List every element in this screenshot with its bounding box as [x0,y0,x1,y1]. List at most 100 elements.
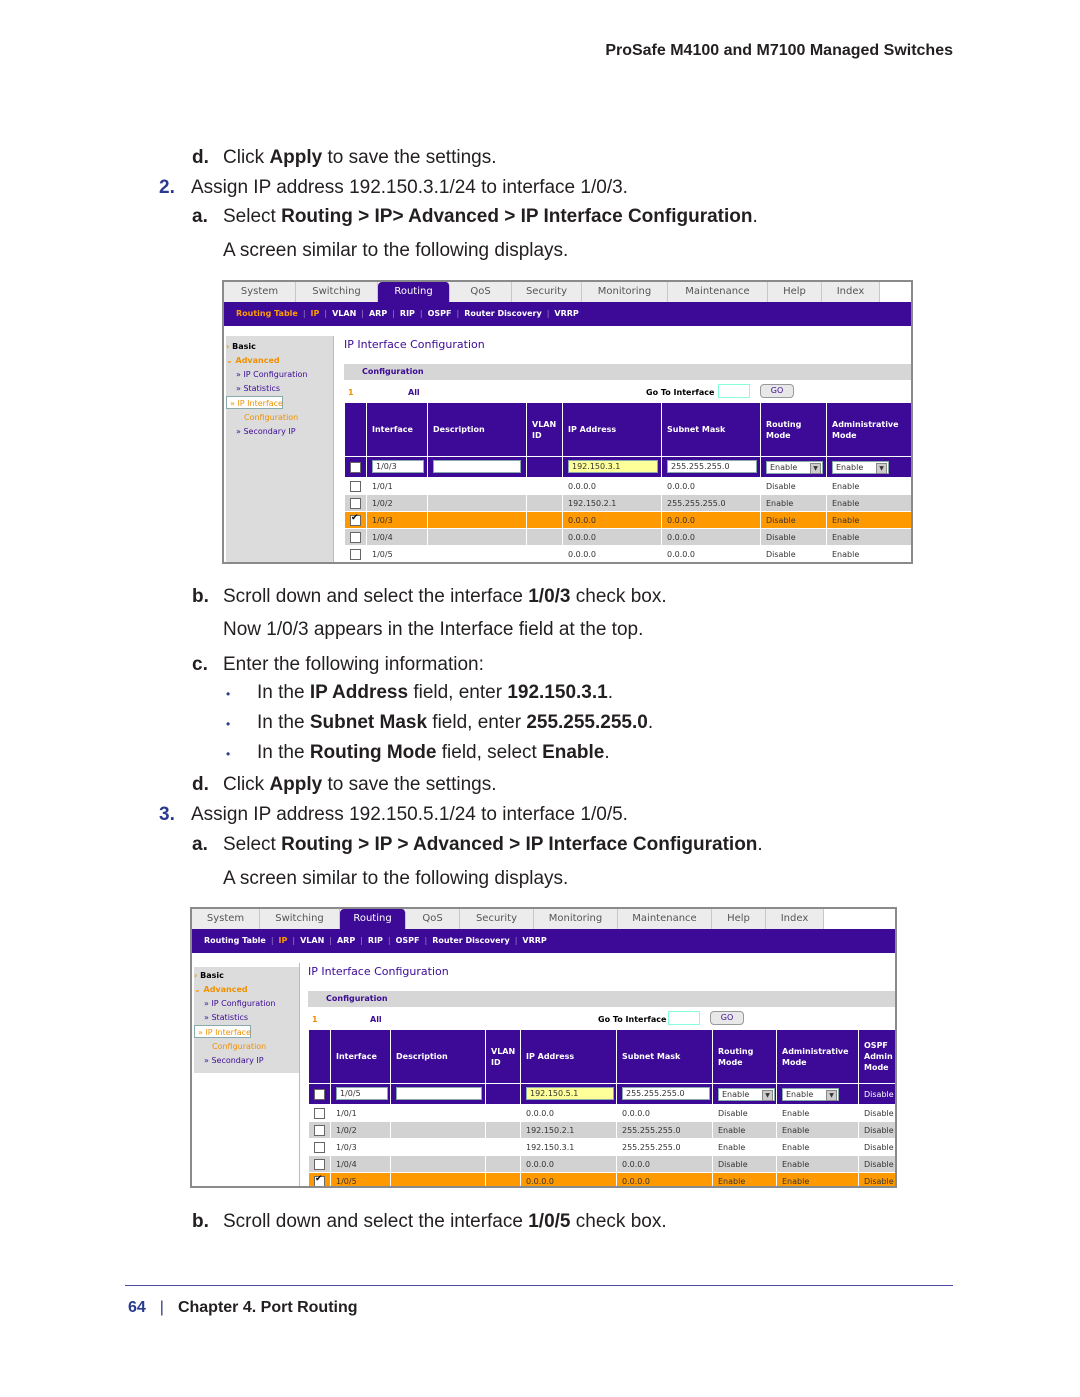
tab-switching[interactable]: Switching [296,282,378,302]
subnet-mask-input[interactable]: 255.255.255.0 [667,459,757,473]
row-checkbox[interactable] [350,513,361,526]
row-checkbox[interactable] [350,548,361,560]
subnav-vrrp[interactable]: VRRP [554,309,578,318]
sidebar-item-ip-interface-configuration[interactable]: Configuration [226,411,333,425]
subnav-ip[interactable]: IP [311,309,320,318]
page-number[interactable]: 1 [312,1015,318,1024]
tab-maintenance[interactable]: Maintenance [668,282,768,302]
page-number[interactable]: 1 [348,388,354,397]
go-button[interactable]: GO [710,1011,744,1025]
tab-maintenance[interactable]: Maintenance [618,909,712,929]
tab-monitoring[interactable]: Monitoring [582,282,668,302]
table-row[interactable]: 1/0/1 0.0.0.0 0.0.0.0 Disable Enable Disable [308,1104,895,1122]
sidebar-advanced[interactable]: ⌄ Advanced [226,354,333,368]
sidebar-advanced[interactable]: ⌄ Advanced [194,983,299,997]
table-row[interactable]: 1/0/4 0.0.0.0 0.0.0.0 Disable Enable [344,528,911,546]
subnav-routing-table[interactable]: Routing Table [236,309,298,318]
table-row[interactable]: 1/0/2 192.150.2.1 255.255.255.0 Enable Enabl… [344,494,911,512]
dropdown-arrow-icon[interactable]: ▼ [826,1089,837,1101]
interface-table: Interface Description VLAN ID IP Address… [344,402,911,562]
tab-monitoring[interactable]: Monitoring [534,909,618,929]
go-button[interactable]: GO [760,384,794,398]
sidebar-item-ip-configuration[interactable]: » IP Configuration [194,997,299,1011]
sidebar-basic[interactable]: › Basic [226,340,333,354]
subnav-vlan[interactable]: VLAN [300,936,324,945]
tab-help[interactable]: Help [712,909,766,929]
table-row[interactable]: 1/0/50.0.0.00.0.0.0EnableEnableDisable [308,1172,895,1186]
table-row[interactable]: 1/0/2 192.150.2.1 255.255.255.0 Enable Enabl… [308,1121,895,1139]
description-input[interactable] [396,1086,482,1100]
go-to-interface-input[interactable] [668,1011,700,1025]
table-row[interactable]: 1/0/1 0.0.0.0 0.0.0.0 Disable Enable [344,477,911,495]
tab-system[interactable]: System [192,909,260,929]
ip-address-input[interactable]: 192.150.3.1 [568,459,658,473]
dropdown-arrow-icon[interactable]: ▼ [876,462,887,474]
subnav-ip[interactable]: IP [279,936,288,945]
tab-index[interactable]: Index [822,282,880,302]
subnav-ospf[interactable]: OSPF [396,936,420,945]
tab-switching[interactable]: Switching [260,909,340,929]
edit-row-checkbox[interactable] [350,461,361,473]
document-header: ProSafe M4100 and M7100 Managed Switches [605,42,953,59]
routing-mode-select[interactable]: Enable ▼ [718,1087,775,1101]
row-checkbox[interactable] [314,1158,325,1170]
tab-qos[interactable]: QoS [450,282,512,302]
subnav-rip[interactable]: RIP [368,936,383,945]
go-to-interface-input[interactable] [718,384,750,398]
row-checkbox[interactable] [350,480,361,492]
table-row[interactable]: 1/0/30.0.0.00.0.0.0DisableEnable [344,511,911,529]
dropdown-arrow-icon[interactable]: ▼ [810,462,821,474]
row-checkbox[interactable] [314,1124,325,1136]
row-checkbox[interactable] [314,1107,325,1119]
tab-system[interactable]: System [224,282,296,302]
interface-input[interactable]: 1/0/3 [372,459,424,473]
subnav-router-discovery[interactable]: Router Discovery [432,936,510,945]
sidebar-item-ip-interface-configuration[interactable]: Configuration [194,1040,299,1054]
cell-subnet-mask: 255.255.255.0 [616,1121,713,1139]
row-checkbox[interactable] [350,497,361,509]
interface-input[interactable]: 1/0/5 [336,1086,388,1100]
subnav-vlan[interactable]: VLAN [332,309,356,318]
sidebar-item-ip-configuration[interactable]: » IP Configuration [226,368,333,382]
sidebar-item-statistics[interactable]: » Statistics [226,382,333,396]
all-link[interactable]: All [370,1015,382,1024]
subnav-rip[interactable]: RIP [400,309,415,318]
tab-routing[interactable]: Routing [378,282,450,302]
subnav-vrrp[interactable]: VRRP [522,936,546,945]
sidebar-item-ip-interface[interactable]: » IP Interface [226,396,283,409]
edit-row-checkbox[interactable] [314,1088,325,1100]
admin-mode-select[interactable]: Enable ▼ [832,460,889,474]
table-row[interactable]: 1/0/3 192.150.3.1 255.255.255.0 Enable Enabl… [308,1138,895,1156]
tab-security[interactable]: Security [512,282,582,302]
row-checkbox[interactable] [314,1141,325,1153]
subnet-mask-input[interactable]: 255.255.255.0 [622,1086,710,1100]
description-input[interactable] [433,459,521,473]
step-2a: a. Select Routing > IP> Advanced > IP Int… [192,206,758,227]
subnav-arp[interactable]: ARP [369,309,387,318]
tab-qos[interactable]: QoS [406,909,460,929]
all-link[interactable]: All [408,388,420,397]
dropdown-arrow-icon[interactable]: ▼ [762,1089,773,1101]
ip-address-input[interactable]: 192.150.5.1 [526,1086,614,1100]
row-checkbox[interactable] [314,1174,325,1186]
row-checkbox[interactable] [350,531,361,543]
ospf-admin-mode-value: Disable [864,1089,894,1099]
admin-mode-select[interactable]: Enable ▼ [782,1087,839,1101]
sidebar-item-secondary-ip[interactable]: » Secondary IP [226,425,333,439]
tab-routing[interactable]: Routing [340,909,406,929]
tab-index[interactable]: Index [766,909,824,929]
subnav-ospf[interactable]: OSPF [428,309,452,318]
subnav-arp[interactable]: ARP [337,936,355,945]
cell-vlan-id [526,477,563,495]
sidebar-item-secondary-ip[interactable]: » Secondary IP [194,1054,299,1068]
tab-security[interactable]: Security [460,909,534,929]
routing-mode-select[interactable]: Enable ▼ [766,460,823,474]
tab-help[interactable]: Help [768,282,822,302]
sidebar-item-ip-interface[interactable]: » IP Interface [194,1025,251,1038]
sidebar-basic[interactable]: › Basic [194,969,299,983]
subnav-routing-table[interactable]: Routing Table [204,936,266,945]
table-row[interactable]: 1/0/5 0.0.0.0 0.0.0.0 Disable Enable [344,545,911,562]
subnav-router-discovery[interactable]: Router Discovery [464,309,542,318]
sidebar-item-statistics[interactable]: » Statistics [194,1011,299,1025]
table-row[interactable]: 1/0/4 0.0.0.0 0.0.0.0 Disable Enable Disable [308,1155,895,1173]
